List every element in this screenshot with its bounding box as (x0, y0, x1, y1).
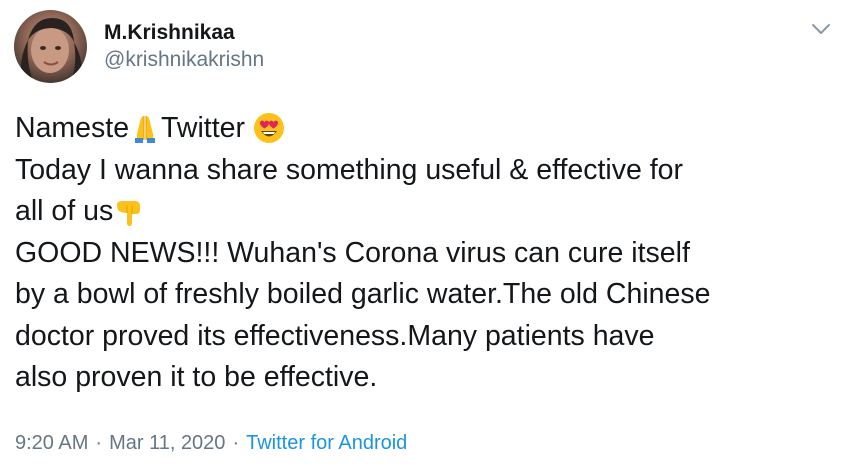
tweet-card: M.Krishnikaa @krishnikakrishn Nameste Tw… (0, 0, 850, 473)
tweet-line: Nameste Twitter (15, 108, 840, 150)
tweet-line: doctor proved its effectiveness.Many pat… (15, 319, 655, 352)
tweet-time[interactable]: 9:20 AM (15, 432, 88, 454)
tweet-line: all of us (15, 191, 840, 233)
avatar[interactable] (14, 10, 87, 83)
tweet-text-segment: Nameste (15, 112, 130, 144)
tweet-line: Today I wanna share something useful & e… (15, 153, 684, 186)
meta-separator: · (95, 432, 103, 454)
meta-separator: · (232, 432, 240, 454)
tweet-line: by a bowl of freshly boiled garlic water… (15, 278, 711, 310)
folded-hands-emoji-icon (129, 112, 161, 144)
user-handle[interactable]: @krishnikakrishn (104, 47, 264, 73)
chevron-down-icon[interactable] (810, 22, 832, 36)
tweet-meta: 9:20 AM · Mar 11, 2020 · Twitter for Android (15, 430, 407, 456)
tweet-line: GOOD NEWS!!! Wuhan's Corona virus can cu… (15, 236, 690, 269)
tweet-text: Nameste Twitter Today I wanna share some… (15, 108, 840, 399)
pointing-down-emoji-icon (113, 195, 145, 227)
user-info[interactable]: M.Krishnikaa @krishnikakrishn (104, 20, 264, 73)
tweet-line: also proven it to be effective. (15, 361, 378, 393)
tweet-text-segment: all of us (15, 195, 114, 227)
tweet-text-segment: Twitter (161, 112, 253, 144)
tweet-source-link[interactable]: Twitter for Android (246, 432, 407, 454)
display-name[interactable]: M.Krishnikaa (104, 20, 264, 46)
tweet-date[interactable]: Mar 11, 2020 (109, 432, 225, 454)
heart-eyes-emoji-icon (253, 112, 285, 144)
